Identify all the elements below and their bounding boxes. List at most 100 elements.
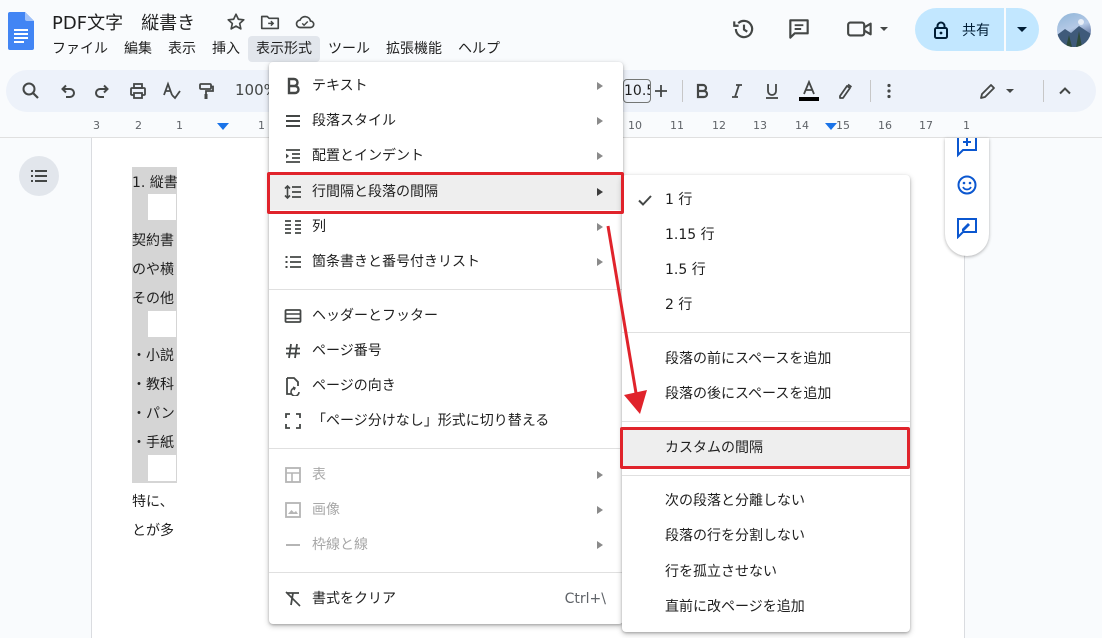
image-icon (285, 502, 301, 518)
menu-item-label: 箇条書きと番号付きリスト (312, 254, 480, 270)
comments-icon[interactable] (786, 16, 812, 42)
ruler-label: 16 (878, 119, 892, 132)
spacing-option-single[interactable]: 1 行 (622, 182, 910, 218)
menu-bar: ファイル 編集 表示 挿入 表示形式 ツール 拡張機能 ヘルプ (44, 36, 508, 62)
menu-view[interactable]: 表示 (160, 36, 204, 62)
menu-item-clear-formatting[interactable]: 書式をクリア Ctrl+\ (269, 581, 623, 617)
right-indent-marker[interactable] (825, 123, 837, 130)
document-text-line[interactable]: 契約書 (132, 230, 174, 250)
add-page-break-before-option[interactable]: 直前に改ページを追加 (622, 589, 910, 625)
table-cell (148, 194, 176, 220)
italic-icon[interactable] (727, 81, 747, 101)
menu-item-page-orientation[interactable]: ページの向き (269, 368, 623, 404)
outline-list-icon (31, 170, 47, 182)
paint-format-icon[interactable] (196, 81, 216, 101)
menu-extensions[interactable]: 拡張機能 (378, 36, 450, 62)
spacing-option-double[interactable]: 2 行 (622, 287, 910, 323)
document-text-line[interactable]: とが多 (132, 520, 174, 540)
collapse-menus-chevron-up-icon[interactable] (1055, 81, 1075, 101)
menu-item-text[interactable]: テキスト (269, 68, 623, 104)
account-avatar[interactable] (1057, 13, 1091, 47)
move-folder-icon[interactable] (259, 11, 281, 33)
hash-icon (286, 343, 300, 359)
document-text-line[interactable]: ・教科 (132, 374, 174, 394)
document-text-line[interactable]: のや横 (132, 259, 174, 279)
menu-tools[interactable]: ツール (320, 36, 378, 62)
left-indent-marker[interactable] (217, 123, 229, 130)
cloud-saved-icon[interactable] (294, 11, 316, 33)
menu-item-headers-footers[interactable]: ヘッダーとフッター (269, 298, 623, 334)
add-comment-icon[interactable] (956, 138, 978, 160)
menu-format[interactable]: 表示形式 (248, 36, 320, 62)
share-button[interactable]: 共有 (915, 8, 1039, 51)
star-icon[interactable] (225, 11, 247, 33)
custom-spacing-option[interactable]: カスタムの間隔 (622, 430, 910, 466)
font-size-input[interactable]: 10.5 (623, 79, 651, 103)
document-text-line[interactable]: 1. 縦書 (132, 172, 178, 192)
highlight-color-icon[interactable] (835, 81, 855, 101)
emoji-reaction-icon[interactable] (956, 174, 978, 196)
increase-font-size-icon[interactable] (651, 81, 671, 101)
menu-separator (622, 332, 910, 333)
chevron-down-icon[interactable] (878, 16, 890, 42)
share-options-chevron-icon[interactable] (1017, 27, 1027, 32)
checkmark-icon (638, 195, 652, 206)
search-menus-icon[interactable] (21, 81, 41, 101)
menu-help[interactable]: ヘルプ (450, 36, 508, 62)
paragraph-style-icon (286, 115, 300, 127)
spellcheck-icon[interactable] (162, 81, 182, 101)
app-header: PDF文字 縦書き ファイル 編集 表示 挿入 表示形式 ツール 拡張機能 ヘル… (0, 0, 1102, 66)
add-space-before-paragraph[interactable]: 段落の前にスペースを追加 (622, 341, 910, 377)
document-text-line[interactable]: ・パン (132, 403, 175, 423)
keep-with-next-option[interactable]: 次の段落と分離しない (622, 483, 910, 519)
redo-icon[interactable] (92, 81, 112, 101)
prevent-orphans-option[interactable]: 行を孤立させない (622, 554, 910, 590)
menu-separator (622, 475, 910, 476)
document-text-line[interactable]: ・小説 (132, 345, 174, 365)
suggest-edits-icon[interactable] (956, 217, 978, 239)
submenu-item-label: 1 行 (665, 192, 693, 208)
underline-icon[interactable] (762, 81, 782, 101)
meet-video-icon[interactable] (846, 16, 876, 42)
menu-item-columns[interactable]: 列 (269, 209, 623, 245)
submenu-item-label: カスタムの間隔 (665, 440, 763, 456)
spacing-option-1-5[interactable]: 1.5 行 (622, 252, 910, 288)
line-spacing-submenu: 1 行 1.15 行 1.5 行 2 行 段落の前にスペースを追加 段落の後にス… (622, 175, 910, 632)
menu-edit[interactable]: 編集 (116, 36, 160, 62)
menu-item-page-numbers[interactable]: ページ番号 (269, 333, 623, 369)
format-menu: テキスト 段落スタイル 配置とインデント 行間隔と段落の間隔 列 箇条書きと番号… (269, 62, 623, 624)
chevron-down-icon[interactable] (1004, 81, 1016, 101)
border-icon (286, 544, 300, 546)
menu-separator (269, 289, 623, 290)
menu-item-shortcut: Ctrl+\ (564, 591, 606, 607)
menu-insert[interactable]: 挿入 (204, 36, 248, 62)
menu-item-line-paragraph-spacing[interactable]: 行間隔と段落の間隔 (269, 174, 623, 210)
menu-item-table: 表 (269, 457, 623, 493)
document-text-line[interactable]: ・手紙 (132, 432, 174, 452)
print-icon[interactable] (128, 81, 148, 101)
undo-icon[interactable] (58, 81, 78, 101)
menu-separator (269, 572, 623, 573)
menu-file[interactable]: ファイル (44, 36, 116, 62)
document-outline-button[interactable] (19, 156, 59, 196)
menu-item-bullets-numbering[interactable]: 箇条書きと番号付きリスト (269, 244, 623, 280)
menu-item-paragraph-styles[interactable]: 段落スタイル (269, 103, 623, 139)
add-space-after-paragraph[interactable]: 段落の後にスペースを追加 (622, 376, 910, 412)
text-color-icon[interactable] (797, 80, 821, 102)
columns-icon (285, 220, 301, 234)
document-text-line[interactable]: 特に、 (132, 491, 174, 511)
editing-mode-pencil-icon[interactable] (978, 81, 998, 101)
keep-lines-together-option[interactable]: 段落の行を分割しない (622, 518, 910, 554)
document-title[interactable]: PDF文字 縦書き (52, 9, 195, 35)
spacing-option-1-15[interactable]: 1.15 行 (622, 217, 910, 253)
menu-item-align-indent[interactable]: 配置とインデント (269, 138, 623, 174)
menu-item-switch-pageless[interactable]: 「ページ分けなし」形式に切り替える (269, 403, 623, 439)
menu-item-label: テキスト (312, 78, 368, 94)
header-footer-icon (284, 309, 302, 323)
docs-logo-icon[interactable] (8, 12, 34, 50)
ruler-label: 1 (176, 119, 183, 132)
more-options-icon[interactable] (879, 81, 899, 101)
version-history-icon[interactable] (731, 16, 757, 42)
document-text-line[interactable]: その他 (132, 288, 174, 308)
bold-icon[interactable] (692, 81, 712, 101)
